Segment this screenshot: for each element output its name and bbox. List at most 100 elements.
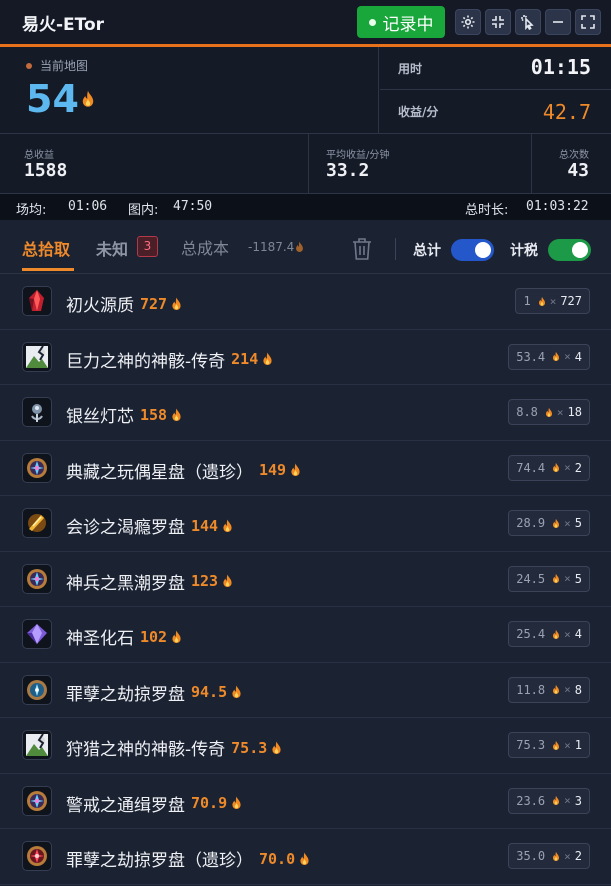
multiply-icon: × — [564, 849, 571, 863]
trash-icon[interactable] — [350, 236, 374, 262]
time-row: 用时 01:15 — [380, 47, 611, 90]
flame-icon — [553, 573, 560, 583]
expand-icon — [581, 15, 595, 29]
tax-toggle[interactable] — [548, 239, 591, 261]
item-row[interactable]: 会诊之渴瘾罗盘 144 28.9 × 5 — [0, 496, 611, 552]
item-price: 94.5 — [191, 683, 228, 701]
item-price: 75.3 — [231, 738, 268, 757]
time-value: 01:15 — [530, 55, 591, 79]
item-unit-price: 28.9 — [516, 516, 546, 530]
flame-icon — [300, 852, 309, 865]
item-row[interactable]: 罪孽之劫掠罗盘（遗珍） 70.0 35.0 × 2 — [0, 829, 611, 885]
flame-icon — [172, 297, 181, 310]
divider — [395, 238, 396, 260]
item-price: 144 — [191, 516, 219, 535]
fullscreen-button[interactable] — [575, 9, 601, 35]
item-quantity-box: 11.8 × 8 — [508, 676, 590, 703]
item-quantity-box: 53.4 × 4 — [508, 343, 590, 370]
item-quantity-box: 25.4 × 4 — [508, 621, 590, 647]
blue-compass-icon — [22, 674, 52, 705]
settings-button[interactable] — [455, 9, 481, 35]
item-row[interactable]: 警戒之通缉罗盘 70.9 23.6 × 3 — [0, 773, 611, 829]
flame-icon — [272, 741, 281, 754]
flame-icon — [232, 685, 241, 699]
item-quantity-box: 28.9 × 5 — [508, 510, 590, 536]
avg-income-value: 33.2 — [326, 160, 370, 181]
multiply-icon: × — [564, 461, 571, 474]
rate-row: 收益/分 42.7 — [380, 90, 611, 133]
item-quantity: 4 — [574, 349, 582, 364]
compact-button[interactable] — [485, 9, 511, 35]
record-button[interactable]: 记录中 — [357, 6, 445, 38]
flame-icon — [545, 407, 552, 417]
multiply-icon: × — [564, 572, 571, 585]
flame-icon — [538, 296, 545, 306]
item-quantity: 3 — [574, 793, 582, 808]
broken-image-icon — [22, 730, 52, 760]
tab-unknown[interactable]: 未知 — [96, 236, 128, 260]
item-quantity-box: 1 × 727 — [515, 288, 590, 314]
flame-icon — [296, 241, 304, 253]
total-income-cell: 总收益 1588 — [0, 134, 309, 194]
item-row[interactable]: 神兵之黑潮罗盘 123 24.5 × 5 — [0, 551, 611, 607]
item-unit-price: 24.5 — [516, 571, 546, 586]
avg-income-label: 平均收益/分钟 — [326, 150, 390, 161]
item-unit-price: 1 — [523, 294, 531, 308]
item-name: 银丝灯芯 — [66, 407, 134, 427]
silver-wick-icon — [22, 397, 52, 427]
flame-icon — [553, 851, 560, 861]
total-duration-label: 总时长: — [465, 203, 509, 218]
flame-icon — [263, 352, 272, 366]
multiply-icon: × — [564, 516, 571, 530]
item-row[interactable]: 神圣化石 102 25.4 × 4 — [0, 607, 611, 663]
item-list: 初火源质 727 1 × 727 巨力之神的神骸-传奇 214 53.4 × 4 银丝灯芯 158 8.… — [0, 274, 611, 885]
minimize-button[interactable] — [545, 9, 571, 35]
flame-icon — [553, 629, 560, 639]
item-price: 102 — [140, 627, 168, 646]
item-quantity-box: 35.0 × 2 — [508, 843, 590, 869]
count-cell: 总次数 43 — [532, 134, 611, 194]
field-avg-value: 01:06 — [68, 199, 108, 214]
star-compass-icon — [22, 563, 52, 594]
item-quantity: 4 — [574, 627, 582, 641]
toggle-knob — [572, 242, 588, 258]
field-avg-label: 场均: — [16, 203, 47, 218]
item-row[interactable]: 典藏之玩偶星盘（遗珍） 149 74.4 × 2 — [0, 440, 611, 496]
item-price: 214 — [231, 350, 259, 368]
item-quantity: 2 — [574, 849, 582, 863]
flame-icon — [553, 462, 560, 472]
item-quantity: 5 — [574, 516, 582, 530]
item-row[interactable]: 罪孽之劫掠罗盘 94.5 11.8 × 8 — [0, 662, 611, 718]
tax-toggle-label: 计税 — [510, 243, 538, 259]
count-value: 43 — [567, 160, 589, 181]
item-unit-price: 75.3 — [516, 738, 546, 752]
item-price: 727 — [140, 294, 168, 313]
record-label: 记录中 — [382, 14, 434, 35]
in-map-label: 图内: — [128, 203, 159, 218]
multiply-icon: × — [556, 405, 564, 419]
tab-bar: 总拾取 未知 3 总成本 -1187.4 总计 计税 — [0, 220, 611, 274]
item-row[interactable]: 巨力之神的神骸-传奇 214 53.4 × 4 — [0, 329, 611, 385]
tab-total-cost[interactable]: 总成本 — [181, 235, 229, 259]
tab-total-pickup[interactable]: 总拾取 — [22, 236, 70, 260]
star-compass-icon — [22, 785, 52, 816]
item-quantity-box: 24.5 × 5 — [508, 565, 590, 592]
red-compass-icon — [22, 841, 52, 871]
item-row[interactable]: 初火源质 727 1 × 727 — [0, 274, 611, 330]
flame-icon — [223, 574, 232, 588]
click-through-button[interactable] — [515, 9, 541, 35]
item-quantity: 8 — [574, 682, 582, 697]
item-row[interactable]: 银丝灯芯 158 8.8 × 18 — [0, 385, 611, 441]
broken-image-icon — [22, 341, 52, 372]
toggle-knob — [475, 242, 491, 258]
sum-toggle[interactable] — [451, 239, 494, 261]
total-duration-value: 01:03:22 — [526, 199, 589, 214]
item-quantity: 2 — [574, 460, 582, 475]
item-price: 70.0 — [259, 849, 296, 868]
active-tab-indicator — [22, 268, 74, 271]
item-name: 罪孽之劫掠罗盘 — [66, 684, 185, 705]
flame-icon — [172, 630, 181, 643]
item-row[interactable]: 狩猎之神的神骸-传奇 75.3 75.3 × 1 — [0, 718, 611, 774]
total-income-label: 总收益 — [24, 150, 54, 161]
unknown-count-badge: 3 — [137, 236, 158, 257]
